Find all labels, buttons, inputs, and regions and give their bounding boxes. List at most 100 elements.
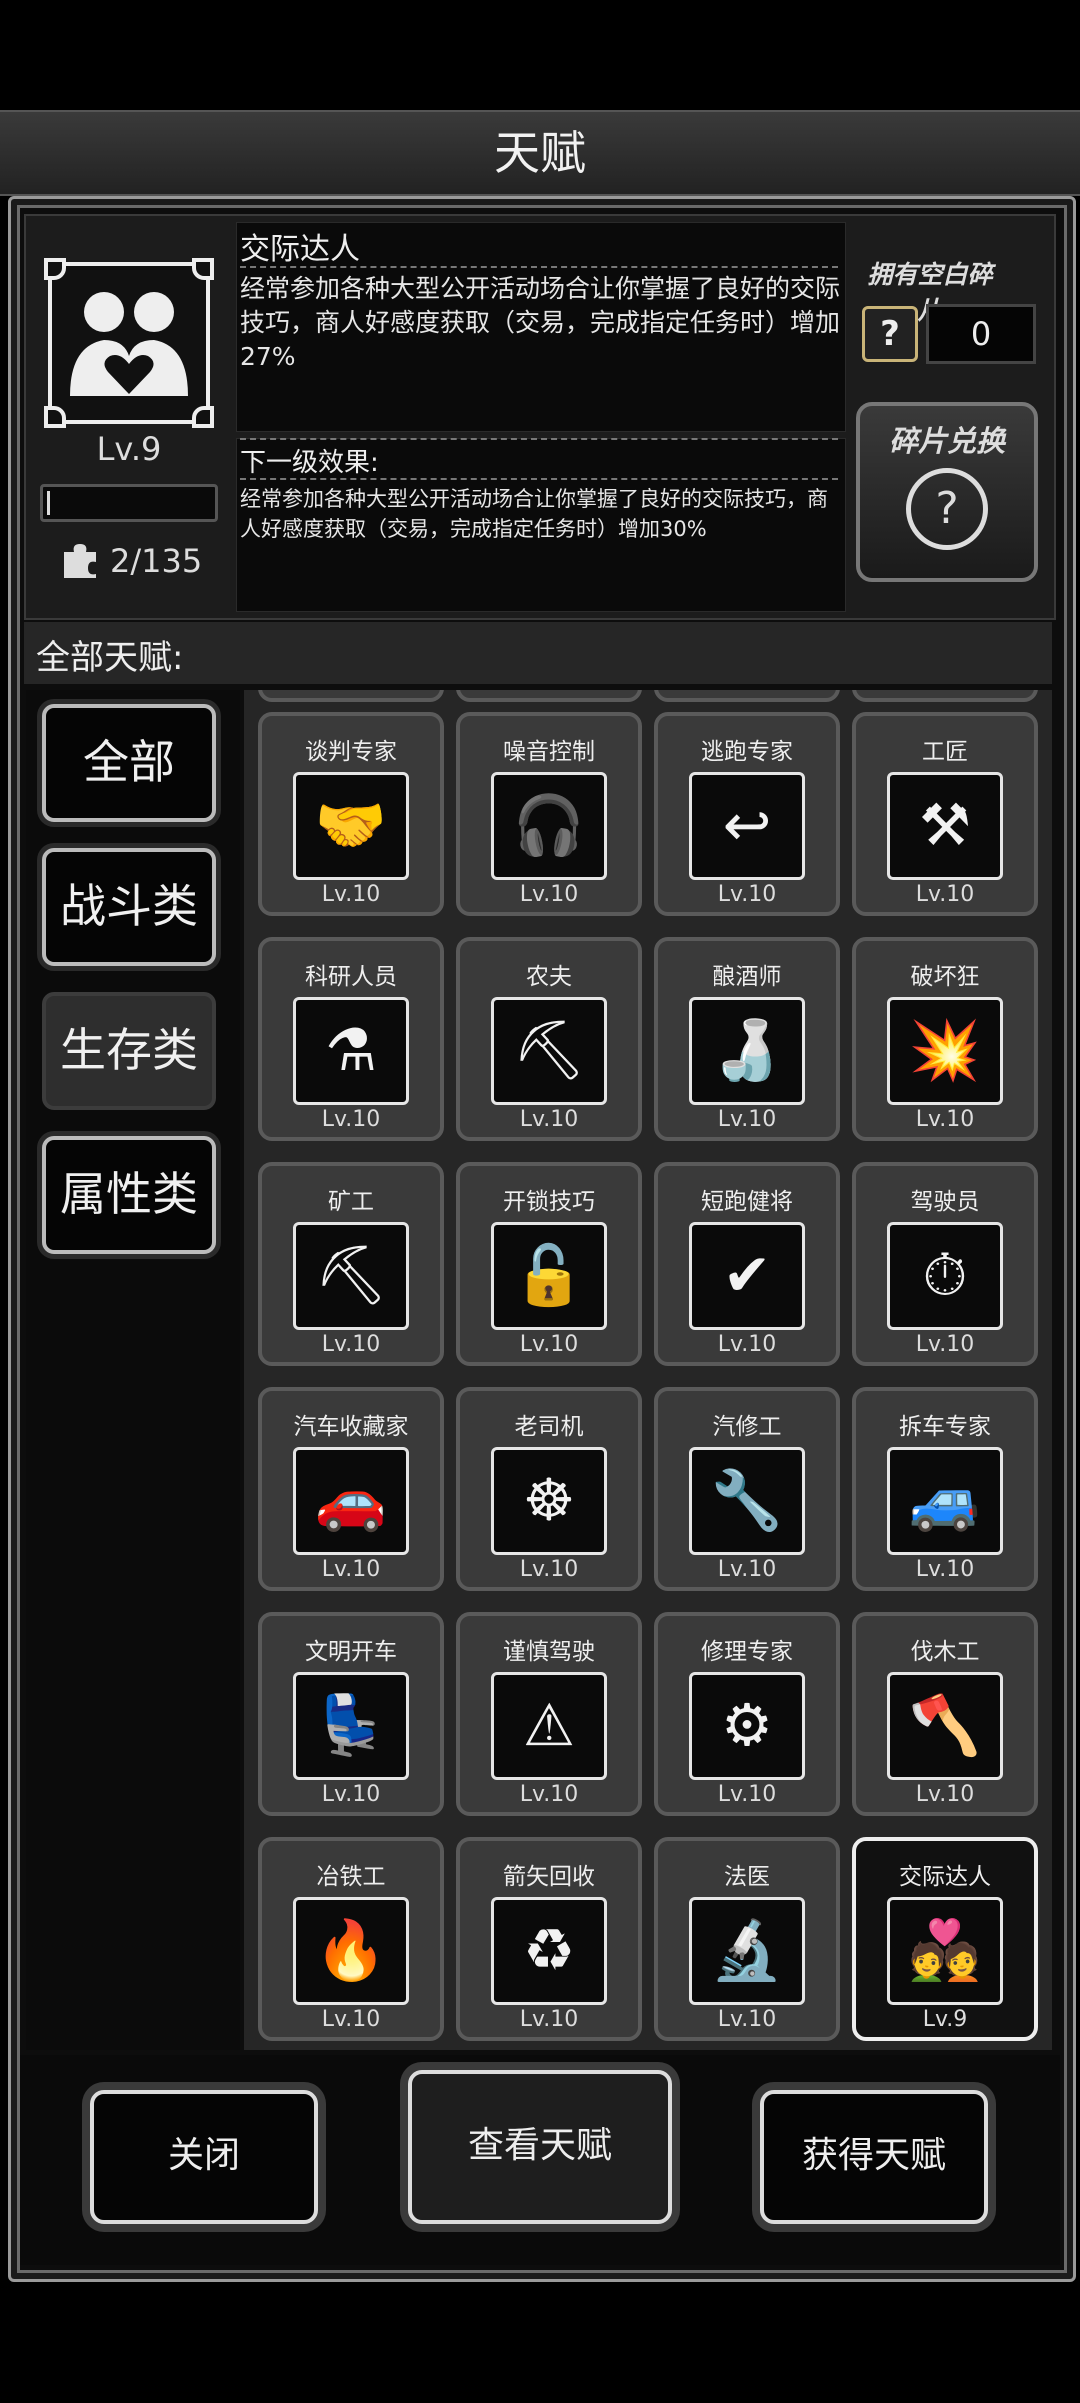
flask-icon: ⚗ [293,997,409,1105]
talent-level: Lv.9 [922,2007,968,2032]
talent-name: 驾驶员 [910,1189,980,1215]
talent-card[interactable]: 开锁技巧 🔓 Lv.10 [456,1162,642,1366]
headphones-icon: 🎧 [491,772,607,880]
fragment-count: 2/135 [60,540,202,580]
seated-driver-icon: 💺 [293,1672,409,1780]
talent-card[interactable]: 伐木工 🪓 Lv.10 [852,1612,1038,1816]
talent-name: 短跑健将 [701,1189,793,1215]
talent-name: 修理专家 [701,1639,793,1665]
people-heart-icon: 💑 [887,1897,1003,2005]
talent-card[interactable]: 短跑健将 ✔ Lv.10 [654,1162,840,1366]
all-talents-label: 全部天赋: [36,638,184,678]
talent-level: Lv.10 [321,1557,381,1582]
talent-name: 谨慎驾驶 [503,1639,595,1665]
talent-card[interactable]: 农夫 ⛏ Lv.10 [456,937,642,1141]
talent-name: 噪音控制 [503,739,595,765]
talent-card[interactable]: 谈判专家 🤝 Lv.10 [258,712,444,916]
talent-card[interactable]: 箭矢回收 ♻ Lv.10 [456,1837,642,2041]
handshake-icon: 🤝 [293,772,409,880]
exchange-cycle-icon: ? [906,468,988,550]
hammer-saw-icon: ⚒ [887,772,1003,880]
blank-fragment-icon: ? [862,306,918,362]
fragment-exchange-button[interactable]: 碎片兑换 ? [856,402,1038,582]
view-talent-button[interactable]: 查看天赋 [408,2070,672,2224]
tab-survival[interactable]: 生存类 [42,992,216,1110]
pickaxe-icon: ⛏ [293,1222,409,1330]
talent-name: 老司机 [514,1414,584,1440]
talent-level: Lv.10 [519,882,579,907]
talent-name: 农夫 [526,964,572,990]
car-dismantle-icon: 🚙 [887,1447,1003,1555]
microscope-icon: 🔬 [689,1897,805,2005]
talent-level: Lv.10 [519,1557,579,1582]
close-button[interactable]: 关闭 [90,2090,318,2224]
arrow-recycle-icon: ♻ [491,1897,607,2005]
talent-name: 酿酒师 [712,964,782,990]
talent-level: Lv.10 [915,1332,975,1357]
talent-card[interactable]: 文明开车 💺 Lv.10 [258,1612,444,1816]
talent-level: Lv.10 [321,1332,381,1357]
talent-card[interactable]: 冶铁工 🔥 Lv.10 [258,1837,444,2041]
talent-card[interactable]: 矿工 ⛏ Lv.10 [258,1162,444,1366]
tab-combat[interactable]: 战斗类 [42,848,216,966]
talent-card[interactable]: 酿酒师 🍶 Lv.10 [654,937,840,1141]
talent-grid: 谈判专家 🤝 Lv.10 噪音控制 🎧 Lv.10 逃跑专家 ↩ Lv.10 工匠 ⚒ Lv.10 科研… [244,690,1052,2050]
lockpick-icon: 🔓 [491,1222,607,1330]
talent-card[interactable]: 谨慎驾驶 ⚠ Lv.10 [456,1612,642,1816]
talent-name: 逃跑专家 [701,739,793,765]
talent-name: 科研人员 [305,964,397,990]
talent-name: 交际达人 [899,1864,991,1890]
selected-talent-name: 交际达人 [240,232,360,267]
selected-talent-level: Lv.9 [96,430,162,468]
talent-level: Lv.10 [519,1332,579,1357]
talent-name: 冶铁工 [316,1864,386,1890]
sports-car-icon: 🚗 [293,1447,409,1555]
sprint-icon: ✔ [689,1222,805,1330]
brewing-icon: 🍶 [689,997,805,1105]
all-talents-header: 全部天赋: [24,622,1052,684]
category-tabs: 全部 战斗类 生存类 属性类 [26,690,240,2050]
talent-card[interactable]: 科研人员 ⚗ Lv.10 [258,937,444,1141]
car-warning-icon: ⚠ [491,1672,607,1780]
tab-all[interactable]: 全部 [42,704,216,822]
talent-name: 拆车专家 [899,1414,991,1440]
talent-level: Lv.10 [717,1782,777,1807]
talent-name: 谈判专家 [305,739,397,765]
puzzle-piece-icon [64,544,96,578]
talent-card[interactable]: 噪音控制 🎧 Lv.10 [456,712,642,916]
obtain-talent-button[interactable]: 获得天赋 [760,2090,988,2224]
gear-hammer-icon: ⚙ [689,1672,805,1780]
talent-card[interactable]: 汽车收藏家 🚗 Lv.10 [258,1387,444,1591]
talent-card[interactable]: 法医 🔬 Lv.10 [654,1837,840,2041]
partial-card [258,690,444,702]
talent-card[interactable]: 驾驶员 ⏱ Lv.10 [852,1162,1038,1366]
talent-card[interactable]: 交际达人 💑 Lv.9 [852,1837,1038,2041]
selected-talent-description: 经常参加各种大型公开活动场合让你掌握了良好的交际技巧，商人好感度获取（交易，完成… [240,274,841,371]
partial-card [654,690,840,702]
talent-card[interactable]: 逃跑专家 ↩ Lv.10 [654,712,840,916]
talent-level: Lv.10 [519,1782,579,1807]
divider [240,478,838,480]
talent-card[interactable]: 破坏狂 💥 Lv.10 [852,937,1038,1141]
talent-name: 汽车收藏家 [293,1414,409,1440]
talent-card[interactable]: 修理专家 ⚙ Lv.10 [654,1612,840,1816]
talent-progress-bar [40,484,218,522]
talent-name: 矿工 [328,1189,374,1215]
steering-wheel-icon: ☸ [491,1447,607,1555]
talent-level: Lv.10 [519,2007,579,2032]
talent-level: Lv.10 [915,882,975,907]
tab-attribute[interactable]: 属性类 [42,1136,216,1254]
farm-tools-icon: ⛏ [491,997,607,1105]
talent-card[interactable]: 拆车专家 🚙 Lv.10 [852,1387,1038,1591]
divider [240,438,838,440]
next-level-label: 下一级效果: [240,448,379,478]
talent-card[interactable]: 工匠 ⚒ Lv.10 [852,712,1038,916]
talent-name: 开锁技巧 [503,1189,595,1215]
talent-card[interactable]: 汽修工 🔧 Lv.10 [654,1387,840,1591]
talent-name: 法医 [724,1864,770,1890]
talent-card[interactable]: 老司机 ☸ Lv.10 [456,1387,642,1591]
talent-name: 汽修工 [712,1414,782,1440]
escape-arrow-icon: ↩ [689,772,805,880]
next-level-description: 经常参加各种大型公开活动场合让你掌握了良好的交际技巧，商人好感度获取（交易，完成… [240,487,828,541]
driver-icon: ⏱ [887,1222,1003,1330]
